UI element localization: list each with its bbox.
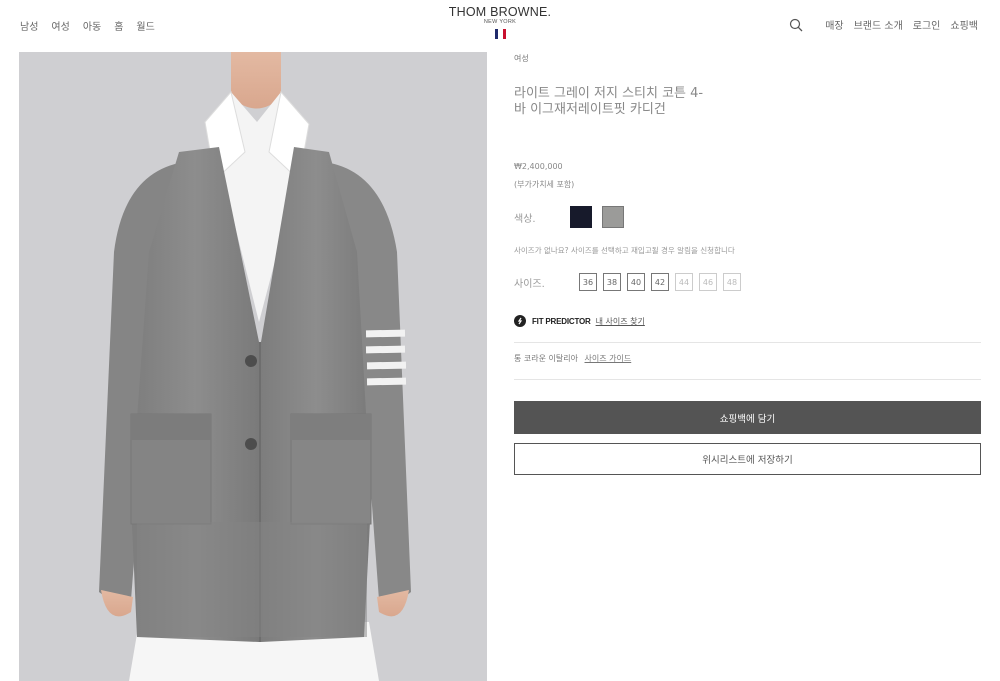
utility-nav: 매장 브랜드 소개 로그인 쇼핑백 [789,17,978,32]
nav-stores[interactable]: 매장 [825,17,843,32]
logo-subtitle: NEW YORK [483,19,517,25]
product-title: 라이트 그레이 저지 스티치 코튼 4-바 이그재저레이트핏 카디건 [514,86,704,117]
nav-world[interactable]: 월드 [136,18,154,33]
fit-predictor-label: FIT PREDICTOR [532,316,591,326]
logo-wordmark: THOM BROWNE. [448,5,552,19]
nav-kids[interactable]: 아동 [83,18,101,33]
size-label: 사이즈. [514,278,545,290]
site-header: 남성 여성 아동 홈 월드 THOM BROWNE. NEW YORK 매장 브… [0,0,1000,52]
divider [514,342,981,343]
fit-predictor-icon [514,315,526,327]
tricolor-flag-icon [444,29,556,39]
size-guide-link[interactable]: 사이즈 가이드 [585,354,632,363]
brand-logo[interactable]: THOM BROWNE. NEW YORK [444,5,556,39]
nav-about[interactable]: 브랜드 소개 [854,17,903,32]
fit-predictor: FIT PREDICTOR 내 사이즈 찾기 [514,315,645,327]
color-selector: 색상. [514,206,634,228]
color-swatch-navy[interactable] [570,206,592,228]
nav-men[interactable]: 남성 [20,18,38,33]
nav-shopping-bag[interactable]: 쇼핑백 [950,17,978,32]
product-category[interactable]: 여성 [514,53,529,64]
nav-login[interactable]: 로그인 [913,17,941,32]
size-option[interactable]: 36 [579,273,597,291]
color-label: 색상. [514,213,536,225]
size-option[interactable]: 42 [651,273,669,291]
origin-text: 통 코라운 이탈리아 [514,354,578,363]
size-option[interactable]: 40 [627,273,645,291]
add-to-bag-button[interactable]: 쇼핑백에 담기 [514,401,981,434]
product-image [19,52,487,681]
color-swatch-light-grey[interactable] [602,206,624,228]
cardigan-model-illustration [19,52,487,681]
save-to-wishlist-button[interactable]: 위시리스트에 저장하기 [514,443,981,475]
size-option-unavailable[interactable]: 44 [675,273,693,291]
find-my-size-link[interactable]: 내 사이즈 찾기 [596,316,645,327]
size-restock-note: 사이즈가 없나요? 사이즈를 선택하고 재입고될 경우 알림을 신청합니다 [514,246,735,255]
main-nav: 남성 여성 아동 홈 월드 [20,18,168,33]
search-icon[interactable] [789,18,803,32]
nav-women[interactable]: 여성 [51,18,69,33]
size-option-unavailable[interactable]: 48 [723,273,741,291]
nav-home[interactable]: 홈 [114,18,123,33]
size-selector: 사이즈. 36 38 40 42 44 46 48 [514,273,747,291]
vat-note: (부가가치세 포함) [514,180,575,189]
size-option-unavailable[interactable]: 46 [699,273,717,291]
product-price: ₩2,400,000 [514,162,563,171]
size-option[interactable]: 38 [603,273,621,291]
origin-and-size-guide: 통 코라운 이탈리아 사이즈 가이드 [514,353,631,364]
divider [514,379,981,380]
